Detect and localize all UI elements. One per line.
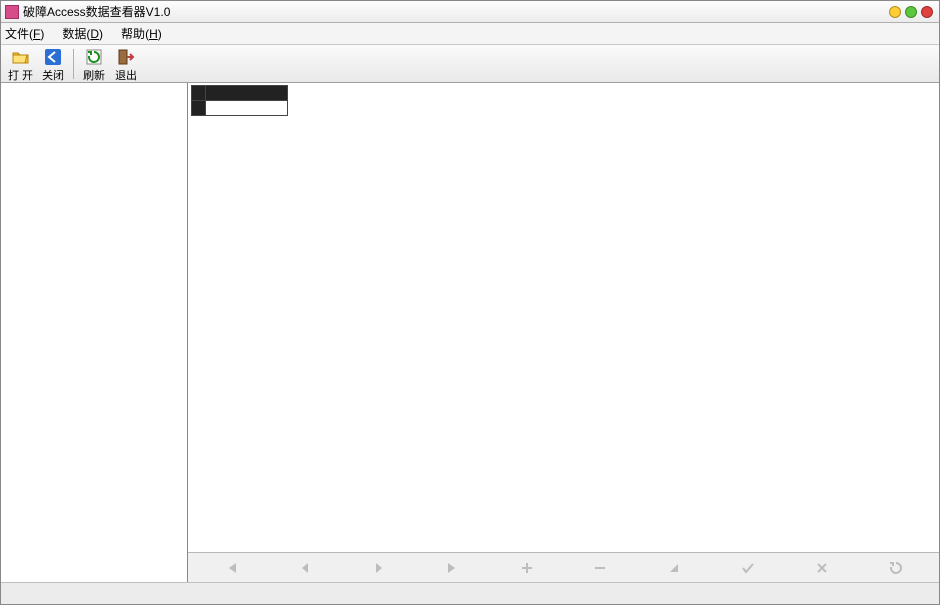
refresh-icon <box>85 48 103 66</box>
nav-insert-button[interactable] <box>497 557 557 579</box>
grid-table <box>191 85 288 116</box>
next-icon <box>372 561 386 575</box>
window-controls <box>889 6 933 18</box>
back-arrow-icon <box>44 48 62 66</box>
first-icon <box>224 561 238 575</box>
client-area <box>1 83 939 582</box>
prev-icon <box>298 561 312 575</box>
x-icon <box>815 561 829 575</box>
refresh-label: 刷新 <box>83 67 105 83</box>
minus-icon <box>593 561 607 575</box>
row-header-corner[interactable] <box>192 86 206 101</box>
exit-label: 退出 <box>115 67 137 83</box>
data-grid[interactable] <box>188 83 939 552</box>
nav-prev-button[interactable] <box>275 557 335 579</box>
toolbar: 打 开 关闭 刷新 退出 <box>1 45 939 83</box>
cell[interactable] <box>206 101 288 116</box>
menu-file[interactable]: 文件(F) <box>5 25 44 42</box>
exit-door-icon <box>117 48 135 66</box>
nav-delete-button[interactable] <box>570 557 630 579</box>
menubar: 文件(F) 数据(D) 帮助(H) <box>1 23 939 45</box>
check-icon <box>741 561 755 575</box>
status-bar <box>1 582 939 604</box>
app-window: 破障Access数据查看器V1.0 文件(F) 数据(D) 帮助(H) 打 开 <box>0 0 940 605</box>
main-panel <box>188 83 939 582</box>
toolbar-separator <box>73 49 74 79</box>
maximize-button[interactable] <box>905 6 917 18</box>
close-window-button[interactable] <box>921 6 933 18</box>
plus-icon <box>520 561 534 575</box>
close-button[interactable]: 关闭 <box>38 47 68 84</box>
nav-refresh-button[interactable] <box>866 557 926 579</box>
exit-button[interactable]: 退出 <box>111 47 141 84</box>
nav-first-button[interactable] <box>201 557 261 579</box>
column-header-1[interactable] <box>206 86 288 101</box>
minimize-button[interactable] <box>889 6 901 18</box>
folder-open-icon <box>12 48 30 66</box>
nav-edit-button[interactable] <box>644 557 704 579</box>
nav-next-button[interactable] <box>349 557 409 579</box>
open-button[interactable]: 打 开 <box>5 47 36 84</box>
refresh-button[interactable]: 刷新 <box>79 47 109 84</box>
last-icon <box>446 561 460 575</box>
db-navigator <box>188 552 939 582</box>
open-label: 打 开 <box>8 67 33 83</box>
edit-triangle-icon <box>667 561 681 575</box>
menu-help[interactable]: 帮助(H) <box>121 25 162 42</box>
window-title: 破障Access数据查看器V1.0 <box>23 3 885 20</box>
app-icon <box>5 5 19 19</box>
table-row[interactable] <box>192 101 288 116</box>
menu-data[interactable]: 数据(D) <box>62 25 103 42</box>
row-header[interactable] <box>192 101 206 116</box>
nav-post-button[interactable] <box>718 557 778 579</box>
close-label: 关闭 <box>42 67 64 83</box>
nav-last-button[interactable] <box>423 557 483 579</box>
titlebar: 破障Access数据查看器V1.0 <box>1 1 939 23</box>
nav-cancel-button[interactable] <box>792 557 852 579</box>
reload-icon <box>889 561 903 575</box>
table-list-sidebar[interactable] <box>1 83 188 582</box>
